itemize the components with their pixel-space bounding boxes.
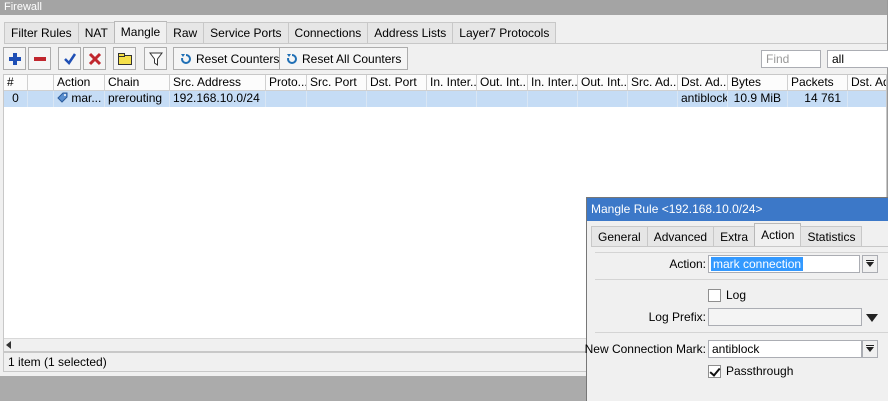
dialog-tab-action[interactable]: Action <box>754 223 802 247</box>
dialog-tab-advanced[interactable]: Advanced <box>646 226 715 247</box>
cell-flag <box>28 91 54 107</box>
separator <box>595 332 888 333</box>
toolbar: Reset Counters Reset All Counters Find a… <box>3 47 888 71</box>
tab-service-ports[interactable]: Service Ports <box>203 22 289 44</box>
col-out-interface[interactable]: Out. Int... <box>477 75 528 90</box>
col-src-port[interactable]: Src. Port <box>307 75 367 90</box>
scroll-left-arrow-icon[interactable] <box>6 341 11 349</box>
col-dst-address-list[interactable]: Dst. Ad... <box>678 75 728 90</box>
cell-dst-port <box>367 91 427 107</box>
tab-mangle[interactable]: Mangle <box>113 21 168 44</box>
tab-raw[interactable]: Raw <box>166 22 205 44</box>
col-in-interface[interactable]: In. Inter... <box>427 75 477 90</box>
reset-counters-button[interactable]: Reset Counters <box>173 47 287 70</box>
cell-protocol <box>266 91 307 107</box>
disable-button[interactable] <box>83 47 106 70</box>
tab-connections[interactable]: Connections <box>287 22 369 44</box>
action-label: Action: <box>669 257 706 271</box>
checkmark-icon <box>63 52 76 65</box>
col-out-interface-list[interactable]: Out. Int... <box>578 75 628 90</box>
dialog-tab-divider <box>591 246 888 247</box>
comment-icon <box>117 52 132 65</box>
log-checkbox[interactable] <box>708 289 721 302</box>
separator <box>595 252 888 253</box>
col-dst-port[interactable]: Dst. Port <box>367 75 427 90</box>
col-number[interactable]: # <box>4 75 28 90</box>
tab-divider <box>4 43 887 44</box>
cell-out-interface-list <box>578 91 628 107</box>
cell-packets: 14 761 <box>788 91 848 107</box>
mangle-rule-dialog: Mangle Rule <192.168.10.0/24> General Ad… <box>584 197 888 401</box>
col-packets[interactable]: Packets <box>788 75 848 90</box>
filter-button[interactable] <box>144 47 167 70</box>
window-title: Firewall <box>0 0 887 15</box>
reset-all-counters-label: Reset All Counters <box>302 51 402 66</box>
cross-icon <box>88 52 101 65</box>
comment-button[interactable] <box>113 47 136 70</box>
cell-number: 0 <box>4 91 28 107</box>
new-connection-mark-label: New Connection Mark: <box>584 342 706 356</box>
log-prefix-input[interactable] <box>708 308 862 326</box>
log-label: Log <box>726 288 747 302</box>
cell-out-interface <box>477 91 528 107</box>
dialog-tab-bar: General Advanced Extra Action Statistics <box>591 223 863 247</box>
col-bytes[interactable]: Bytes <box>728 75 788 90</box>
cell-action: mar... <box>54 91 105 107</box>
tab-layer7-protocols[interactable]: Layer7 Protocols <box>452 22 557 44</box>
passthrough-label: Passthrough <box>726 364 794 378</box>
dialog-title: Mangle Rule <192.168.10.0/24> <box>587 198 888 221</box>
action-value: mark connection <box>711 257 804 271</box>
col-flag[interactable] <box>28 75 54 90</box>
cell-src-address-list <box>628 91 678 107</box>
dialog-tab-general[interactable]: General <box>591 226 648 247</box>
remove-button[interactable] <box>28 47 51 70</box>
reset-all-icon <box>286 52 297 64</box>
cell-bytes: 10.9 MiB <box>728 91 788 107</box>
reset-all-counters-button[interactable]: Reset All Counters <box>279 47 409 70</box>
remove-icon <box>33 56 46 61</box>
col-chain[interactable]: Chain <box>105 75 170 90</box>
dialog-tab-statistics[interactable]: Statistics <box>800 226 863 247</box>
separator <box>595 279 888 280</box>
tab-bar: Filter Rules NAT Mangle Raw Service Port… <box>4 21 557 44</box>
cell-action-text: mar... <box>71 91 102 105</box>
col-src-address-list[interactable]: Src. Ad... <box>628 75 678 90</box>
col-protocol[interactable]: Proto... <box>266 75 307 90</box>
dialog-tab-extra[interactable]: Extra <box>713 226 756 247</box>
table-row[interactable]: 0 mar... prerouting 192.168.10.0/24 anti… <box>4 91 886 107</box>
filter-select[interactable]: all <box>827 50 888 68</box>
add-icon <box>8 52 21 65</box>
cell-src-address: 192.168.10.0/24 <box>170 91 266 107</box>
new-connection-mark-dropdown-icon[interactable] <box>862 340 878 358</box>
reset-icon <box>180 52 191 64</box>
cell-src-port <box>307 91 367 107</box>
mark-tag-icon <box>57 92 68 103</box>
cell-in-interface-list <box>528 91 578 107</box>
find-input[interactable]: Find <box>761 50 821 68</box>
col-action[interactable]: Action <box>54 75 105 90</box>
cell-in-interface <box>427 91 477 107</box>
log-prefix-label: Log Prefix: <box>648 310 706 324</box>
cell-chain: prerouting <box>105 91 170 107</box>
cell-dst-address-list: antiblock <box>678 91 728 107</box>
cell-dst-address <box>848 91 886 107</box>
passthrough-checkbox[interactable] <box>708 365 721 378</box>
tab-filter-rules[interactable]: Filter Rules <box>4 22 79 44</box>
tab-nat[interactable]: NAT <box>77 22 115 44</box>
new-connection-mark-input[interactable]: antiblock <box>708 340 862 358</box>
reset-counters-label: Reset Counters <box>196 51 280 66</box>
log-prefix-dropdown-icon[interactable] <box>866 314 878 322</box>
table-header: # Action Chain Src. Address Proto... Src… <box>4 75 886 91</box>
action-select[interactable]: mark connection <box>708 255 860 273</box>
enable-button[interactable] <box>58 47 81 70</box>
action-dropdown-icon[interactable] <box>862 255 878 273</box>
col-dst-address[interactable]: Dst. Add <box>848 75 886 90</box>
col-in-interface-list[interactable]: In. Inter... <box>528 75 578 90</box>
funnel-icon <box>148 52 163 66</box>
col-src-address[interactable]: Src. Address <box>170 75 266 90</box>
add-button[interactable] <box>3 47 26 70</box>
tab-address-lists[interactable]: Address Lists <box>367 22 454 44</box>
